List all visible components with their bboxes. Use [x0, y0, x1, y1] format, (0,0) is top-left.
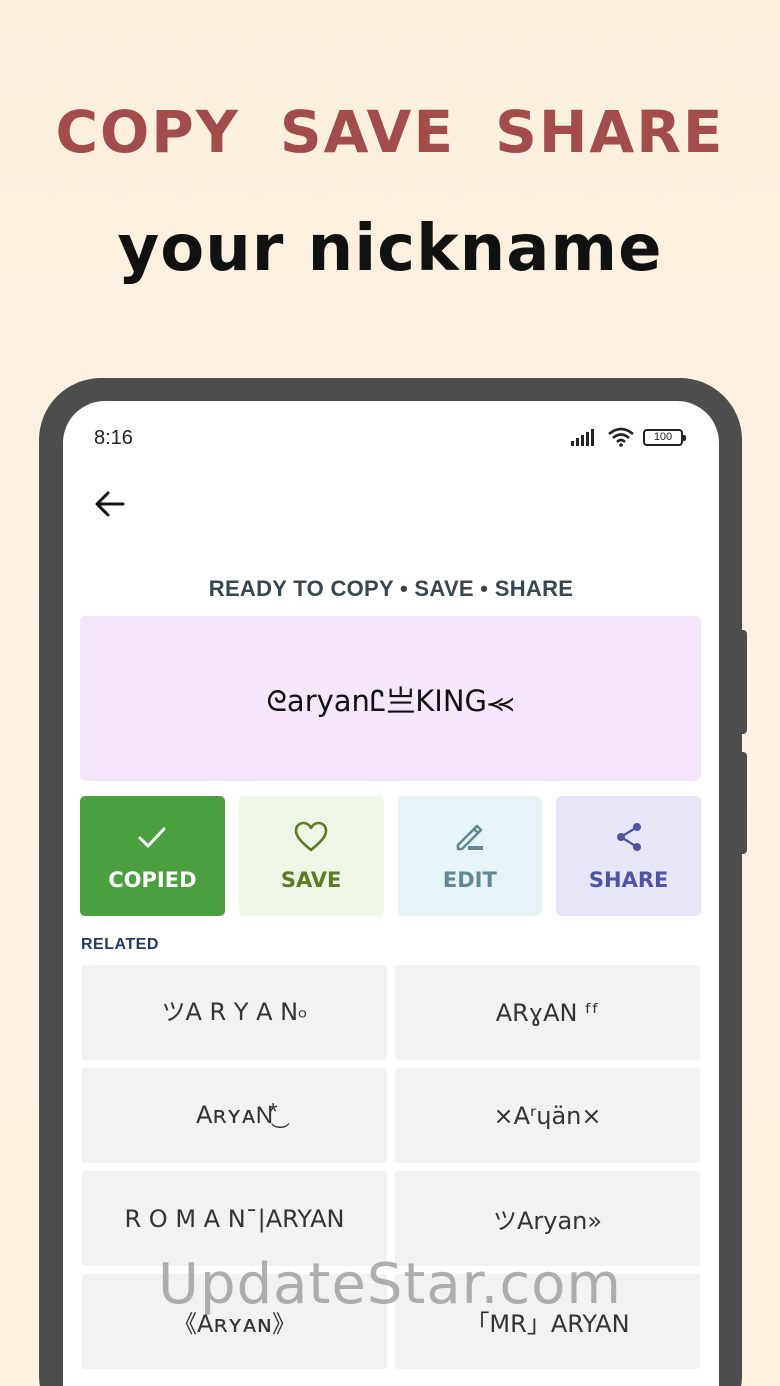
phone-side-button-upper [733, 630, 747, 734]
edit-button-label: EDIT [442, 868, 497, 892]
status-time: 8:16 [94, 427, 133, 449]
heart-icon [294, 821, 328, 852]
save-button[interactable]: SAVE [238, 796, 384, 916]
page-title: READY TO COPY • SAVE • SHARE [208, 576, 574, 601]
edit-button[interactable]: EDIT [397, 796, 543, 916]
nickname-preview: ᘓaryanᏝ亗KING⪻ [80, 616, 701, 781]
headline-save: SAVE [279, 98, 456, 166]
preview-text: ᘓaryanᏝ亗KING⪻ [266, 683, 515, 718]
signal-icon [571, 429, 594, 446]
copy-button-label: COPIED [108, 868, 197, 892]
battery-icon: 100 [643, 428, 686, 446]
copy-button[interactable]: COPIED [80, 796, 225, 916]
share-button[interactable]: SHARE [556, 796, 701, 916]
related-item[interactable]: ARɣAN ᶠᶠ [395, 965, 700, 1060]
check-icon [138, 827, 166, 848]
back-button[interactable] [93, 487, 127, 521]
promo-subheadline: your nickname [117, 212, 663, 286]
pencil-icon [456, 824, 483, 851]
save-button-label: SAVE [280, 868, 342, 892]
related-heading: RELATED [81, 936, 159, 953]
share-button-label: SHARE [588, 868, 669, 892]
related-item[interactable]: ×Aʳɥän× [395, 1068, 700, 1163]
app-screen: 8:16 100 READY TO COPY • SAVE • SHARE ᘓa… [63, 401, 719, 1386]
wifi-icon [608, 427, 634, 447]
related-item[interactable]: AʀʏᴀN⃰͜ [82, 1068, 387, 1163]
headline-share: SHARE [495, 98, 725, 166]
watermark: UpdateStar.com [158, 1252, 622, 1317]
phone-side-button-lower [733, 752, 747, 854]
action-bar: COPIED SAVE EDIT SHARE [80, 796, 701, 916]
status-bar: 8:16 100 [94, 427, 686, 451]
arrow-left-icon [95, 491, 125, 517]
promo-headline: COPY SAVE SHARE [0, 98, 780, 166]
headline-copy: COPY [55, 98, 240, 166]
related-item[interactable]: ツA R Y A N৹ [82, 965, 387, 1060]
share-icon [616, 823, 641, 851]
status-icons: 100 [571, 427, 686, 447]
